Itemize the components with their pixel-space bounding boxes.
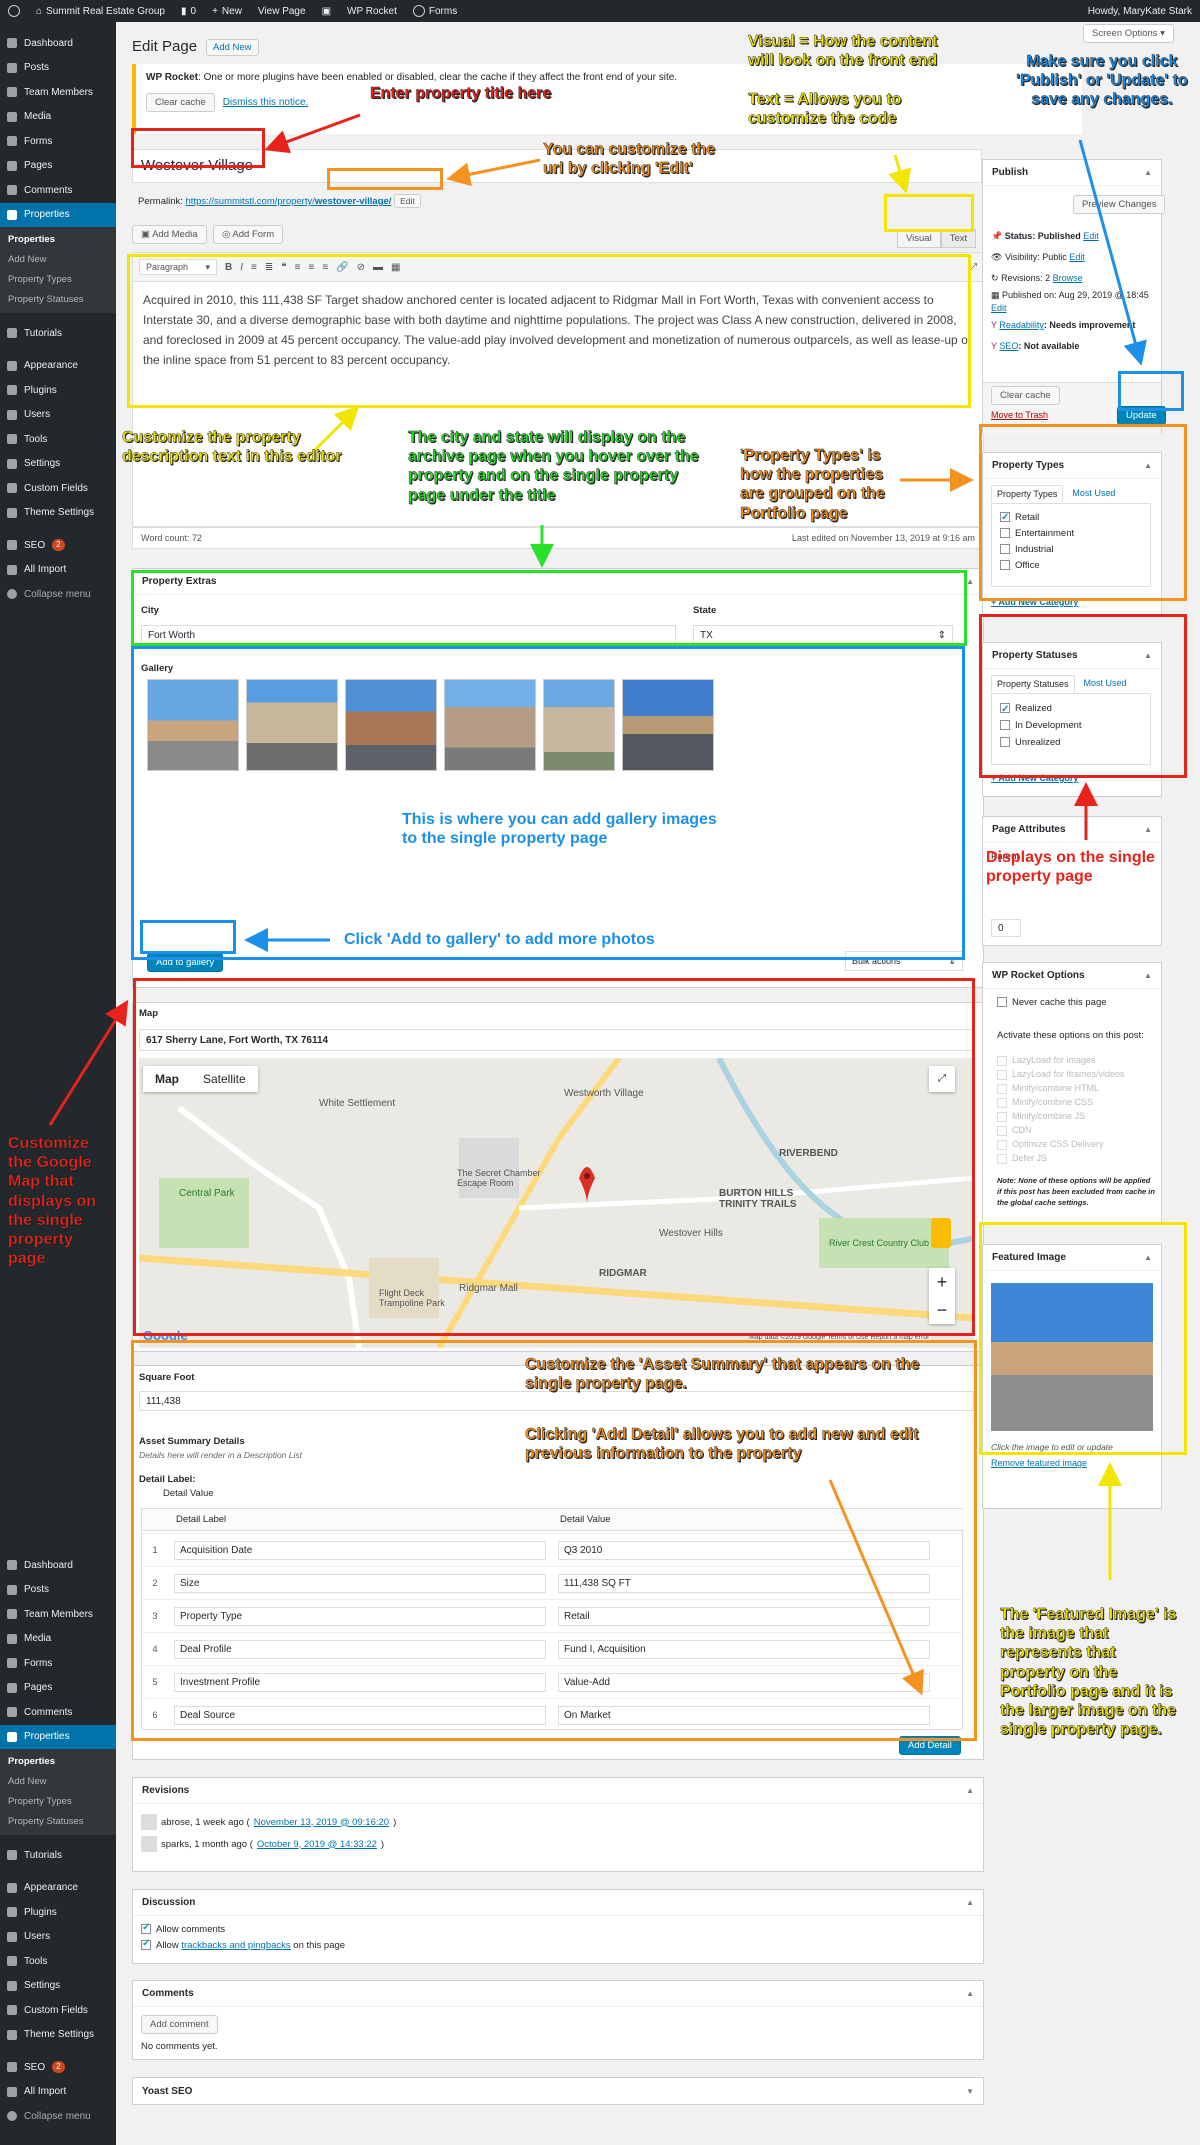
annotation-arrows: [48, 113, 1147, 1696]
annotation-map: Customize the Google Map that displays o…: [8, 1135, 97, 1268]
annotation-publish: Make sure you click 'Publish' or 'Update…: [1016, 53, 1188, 109]
annotation-customize-url: You can customize the url by clicking 'E…: [543, 141, 716, 178]
annotation-add-detail: Clicking 'Add Detail' allows you to add …: [525, 1426, 919, 1463]
annotation-add-gallery: Click 'Add to gallery' to add more photo…: [344, 931, 655, 948]
annotation-city-state: The city and state will display on the a…: [408, 429, 699, 504]
annotation-featured-image: The 'Featured Image' is the image that r…: [1000, 1606, 1177, 1739]
annotation-asset-summary: Customize the 'Asset Summary' that appea…: [525, 1356, 920, 1393]
annotation-statuses: Displays on the single property page: [986, 849, 1155, 886]
annotation-visual-text: Visual = How the content will look on th…: [748, 33, 938, 127]
annotation-enter-title: Enter property title here: [370, 85, 552, 102]
annotation-gallery: This is where you can add gallery images…: [402, 811, 717, 848]
annotation-description: Customize the property description text …: [122, 429, 342, 466]
annotation-property-types: 'Property Types' is how the properties a…: [740, 447, 885, 522]
